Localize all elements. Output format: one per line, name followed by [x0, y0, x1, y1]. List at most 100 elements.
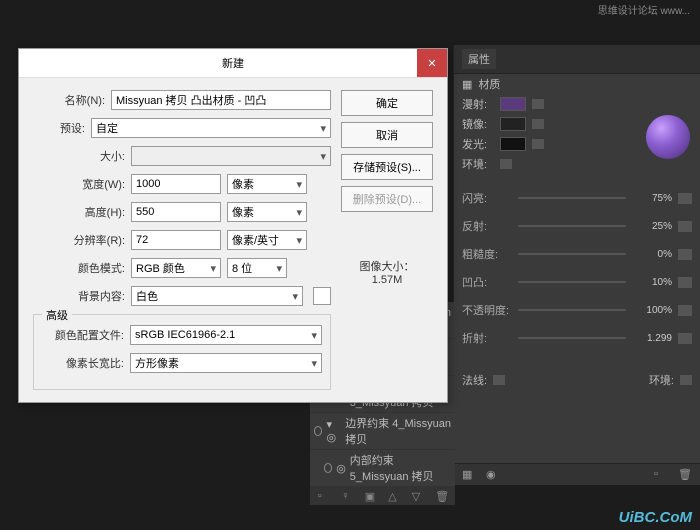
name-label: 名称(N):: [33, 92, 105, 108]
opacity-slider[interactable]: 不透明度: 100%: [454, 296, 700, 324]
folder-icon[interactable]: [532, 139, 544, 149]
slider-track[interactable]: [518, 253, 626, 255]
height-input[interactable]: [131, 202, 221, 222]
trash-icon[interactable]: 🗑: [435, 490, 447, 502]
folder-icon[interactable]: [680, 375, 692, 385]
width-label: 宽度(W):: [53, 176, 125, 192]
down-icon[interactable]: ▽: [412, 490, 424, 502]
new-icon[interactable]: ▫: [654, 468, 668, 482]
normal-label: 法线:: [462, 372, 487, 388]
refract-slider[interactable]: 折射: 1.299: [454, 324, 700, 352]
cancel-button[interactable]: 取消: [341, 122, 433, 148]
specular-swatch[interactable]: [500, 117, 526, 131]
env-label: 环境:: [649, 372, 674, 388]
rough-slider[interactable]: 粗糙度: 0%: [454, 240, 700, 268]
panel-header: 属性: [454, 45, 700, 74]
material-icon: ▦: [462, 78, 472, 91]
reflect-label: 反射:: [462, 218, 512, 234]
height-label: 高度(H):: [53, 204, 125, 220]
folder-icon[interactable]: [678, 277, 692, 288]
forum-watermark: 思维设计论坛 www...: [598, 2, 690, 17]
layer-name: 内部约束 5_Missyuan 拷贝: [350, 452, 451, 484]
reflect-slider[interactable]: 反射: 25%: [454, 212, 700, 240]
refract-value: 1.299: [632, 333, 672, 344]
sphere-icon[interactable]: ◉: [486, 468, 500, 482]
folder-icon[interactable]: [500, 159, 512, 169]
trash-icon[interactable]: 🗑: [678, 468, 692, 482]
size-label: 大小:: [53, 148, 125, 164]
bit-depth-select[interactable]: 8 位: [227, 258, 287, 278]
section-title: 材质: [478, 76, 500, 92]
preset-label: 预设:: [33, 120, 85, 136]
glow-swatch[interactable]: [500, 137, 526, 151]
width-unit-select[interactable]: 像素: [227, 174, 307, 194]
bg-swatch[interactable]: [313, 287, 331, 305]
layer-row[interactable]: ▾ ◎边界约束 4_Missyuan 拷贝: [310, 413, 455, 450]
bump-label: 凹凸:: [462, 274, 512, 290]
folder-icon[interactable]: [678, 333, 692, 344]
advanced-fieldset: 高级 颜色配置文件: sRGB IEC61966-2.1 像素长宽比: 方形像素: [33, 314, 331, 390]
preset-select[interactable]: 自定: [91, 118, 331, 138]
bg-select[interactable]: 白色: [131, 286, 303, 306]
diffuse-swatch[interactable]: [500, 97, 526, 111]
eye-icon[interactable]: [314, 426, 322, 436]
height-unit-select[interactable]: 像素: [227, 202, 307, 222]
shine-value: 75%: [632, 193, 672, 204]
slider-track[interactable]: [518, 197, 626, 199]
aspect-select[interactable]: 方形像素: [130, 353, 322, 373]
layer-name: 边界约束 4_Missyuan 拷贝: [345, 415, 451, 447]
dialog-title: 新建: [222, 58, 244, 70]
color-mode-select[interactable]: RGB 颜色: [131, 258, 221, 278]
name-input[interactable]: [111, 90, 331, 110]
ambient-label: 环境:: [462, 156, 494, 172]
folder-icon[interactable]: [678, 193, 692, 204]
normal-row[interactable]: 法线: 环境:: [454, 370, 700, 390]
close-button[interactable]: ✕: [417, 49, 447, 77]
watermark: UiBC.CoM: [619, 509, 692, 526]
eye-icon[interactable]: [324, 463, 332, 473]
specular-label: 镜像:: [462, 116, 494, 132]
new-document-dialog: 新建 ✕ 名称(N): 预设: 自定 大小: 宽度(W): 像素: [18, 48, 448, 403]
pic-icon[interactable]: ▫: [318, 490, 330, 502]
slider-track[interactable]: [518, 337, 626, 339]
tab-properties[interactable]: 属性: [462, 49, 496, 69]
delete-preset-button: 删除预设(D)...: [341, 186, 433, 212]
reflect-value: 25%: [632, 221, 672, 232]
mesh-icon[interactable]: △: [388, 490, 400, 502]
folder-icon[interactable]: [678, 221, 692, 232]
folder-icon[interactable]: [493, 375, 505, 385]
slider-track[interactable]: [518, 225, 626, 227]
resolution-input[interactable]: [131, 230, 221, 250]
properties-panel: 属性 ▦ 材质 漫射: 镜像: 发光: 环境: 闪亮: 75% 反射: 25% …: [453, 45, 700, 485]
refract-label: 折射:: [462, 330, 512, 346]
slider-track[interactable]: [518, 309, 626, 311]
panel-section-header: ▦ 材质: [454, 74, 700, 94]
dialog-titlebar[interactable]: 新建 ✕: [19, 49, 447, 78]
diffuse-row[interactable]: 漫射:: [454, 94, 700, 114]
folder-icon[interactable]: [678, 249, 692, 260]
ok-button[interactable]: 确定: [341, 90, 433, 116]
resolution-unit-select[interactable]: 像素/英寸: [227, 230, 307, 250]
diffuse-label: 漫射:: [462, 96, 494, 112]
folder-icon[interactable]: [532, 119, 544, 129]
slider-track[interactable]: [518, 281, 626, 283]
folder-icon[interactable]: [532, 99, 544, 109]
shine-slider[interactable]: 闪亮: 75%: [454, 184, 700, 212]
glow-label: 发光:: [462, 136, 494, 152]
cam-icon[interactable]: ▣: [365, 490, 377, 502]
bump-slider[interactable]: 凹凸: 10%: [454, 268, 700, 296]
shine-label: 闪亮:: [462, 190, 512, 206]
opacity-value: 100%: [632, 305, 672, 316]
size-select[interactable]: [131, 146, 331, 166]
folder-icon[interactable]: [678, 305, 692, 316]
grid-icon[interactable]: ▦: [462, 468, 476, 482]
rough-label: 粗糙度:: [462, 246, 512, 262]
profile-label: 颜色配置文件:: [42, 327, 124, 343]
filesize-info: 图像大小： 1.57M: [341, 258, 433, 286]
mode-label: 颜色模式:: [53, 260, 125, 276]
bulb-icon[interactable]: ♀: [341, 490, 353, 502]
save-preset-button[interactable]: 存储预设(S)...: [341, 154, 433, 180]
width-input[interactable]: [131, 174, 221, 194]
layer-row[interactable]: ◎内部约束 5_Missyuan 拷贝: [310, 450, 455, 487]
profile-select[interactable]: sRGB IEC61966-2.1: [130, 325, 322, 345]
